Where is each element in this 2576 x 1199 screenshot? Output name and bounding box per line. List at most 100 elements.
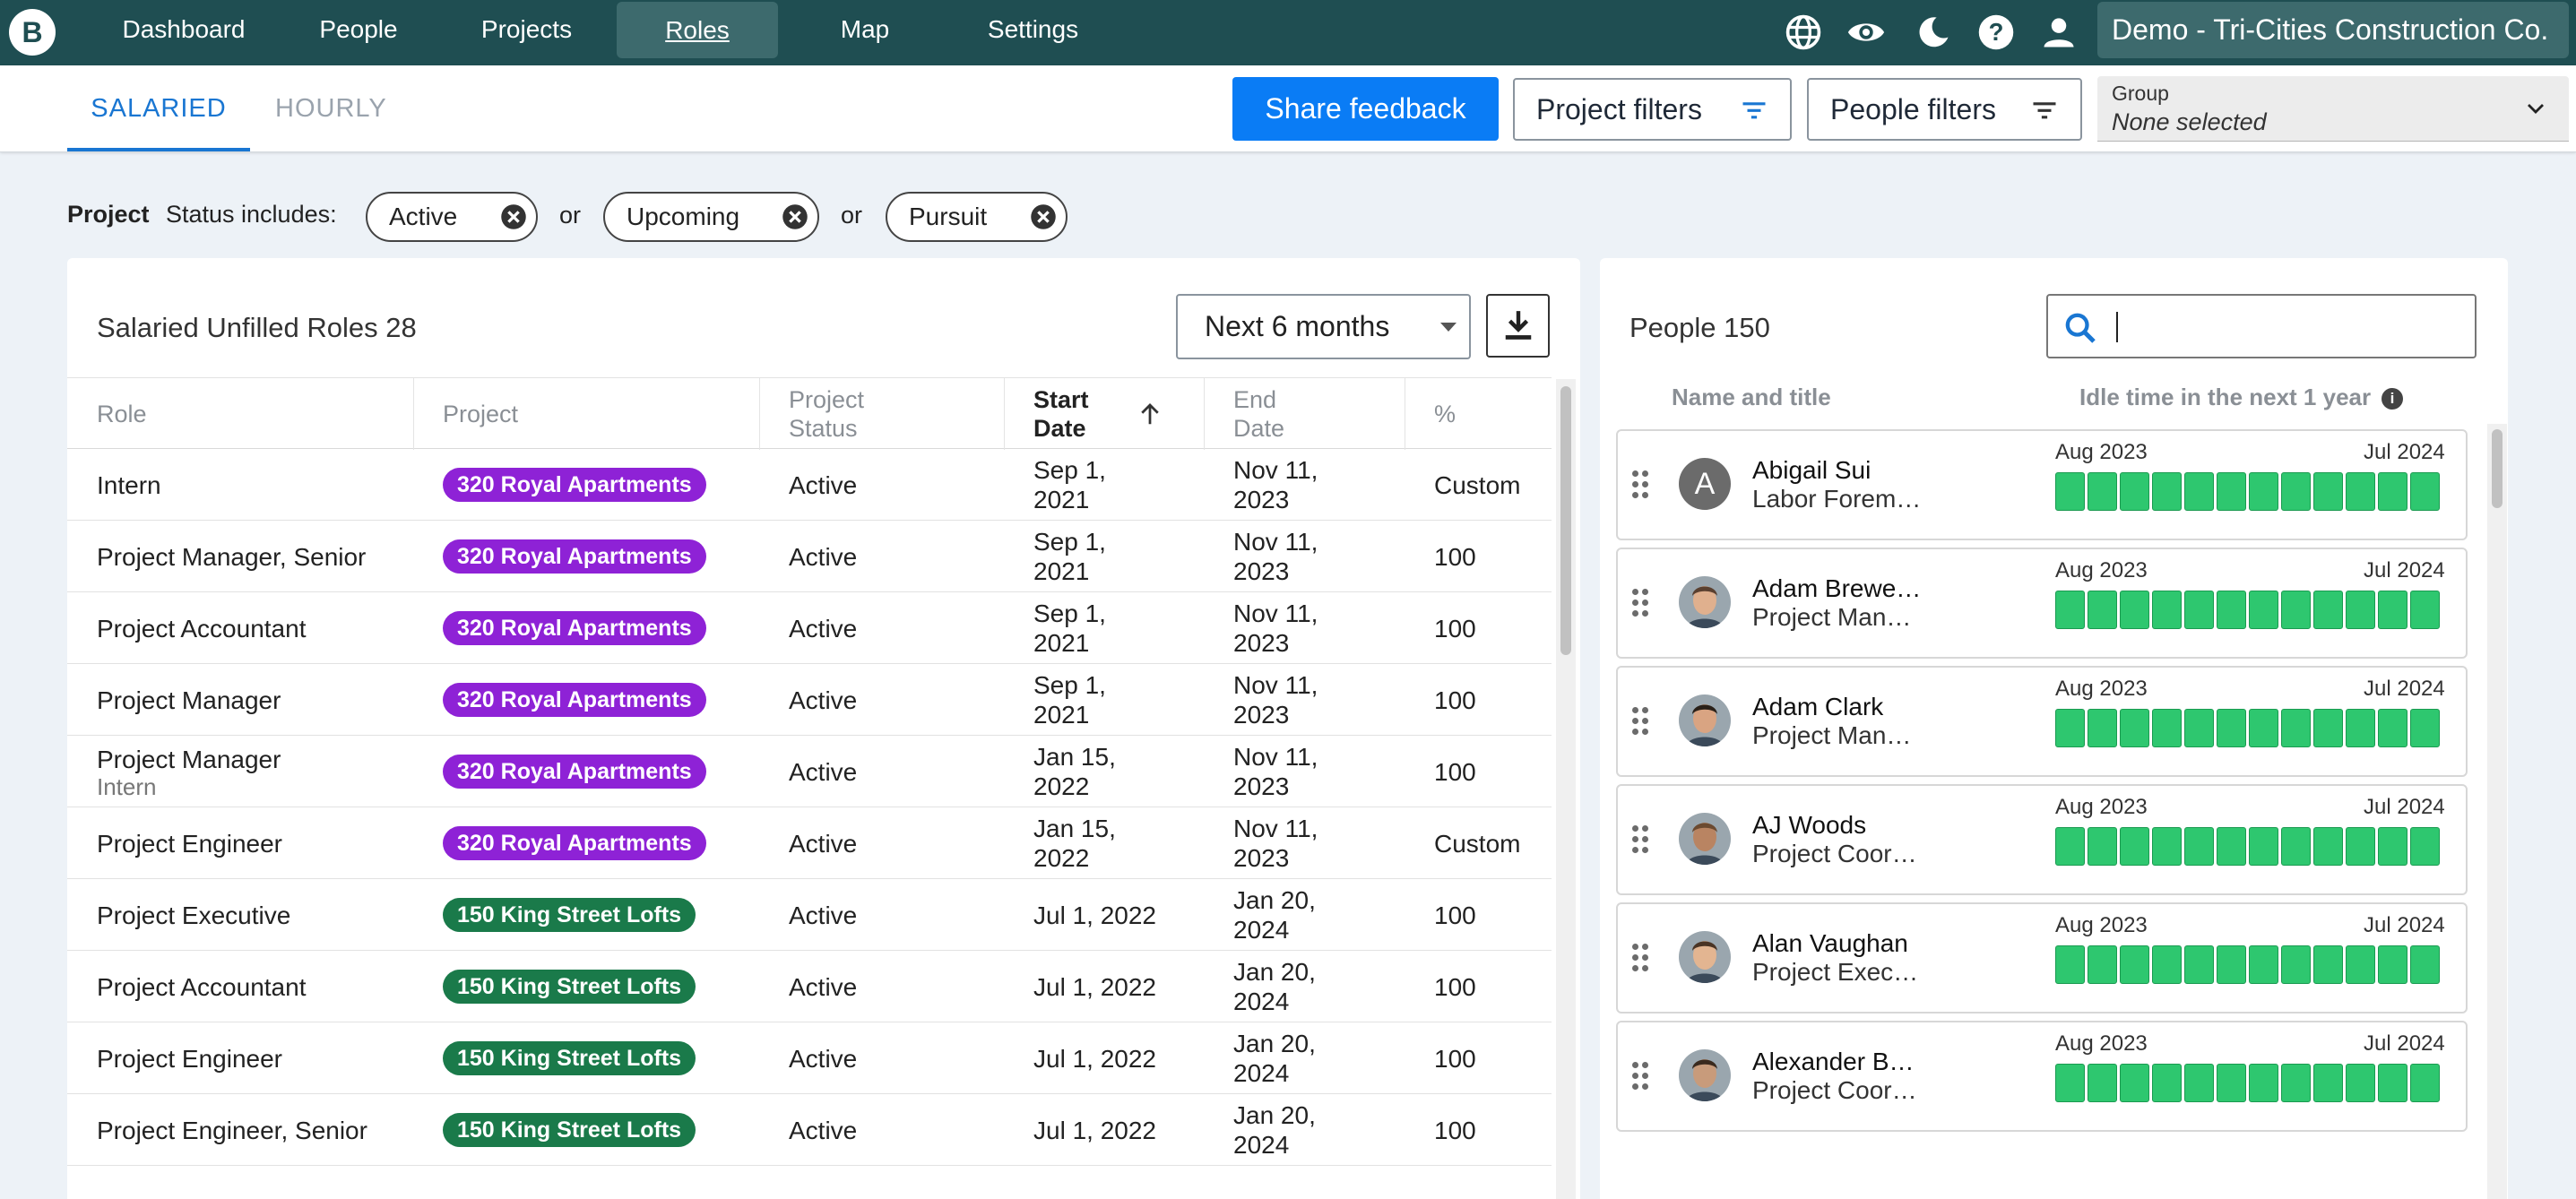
table-row[interactable]: Project Engineer 150 King Street Lofts Act… — [67, 1022, 1552, 1094]
group-select[interactable]: Group None selected — [2097, 76, 2569, 142]
drag-handle-icon[interactable] — [1632, 825, 1650, 854]
project-filters-label: Project filters — [1536, 93, 1702, 125]
time-range-select[interactable]: Next 6 months — [1176, 294, 1471, 359]
person-card[interactable]: Alexander B… Project Coor… Aug 2023 Jul 202… — [1616, 1021, 2468, 1132]
person-card[interactable]: A Abigail Sui Labor Forem… Aug 2023 Jul 2024 — [1616, 429, 2468, 540]
idle-month-bar — [2152, 827, 2182, 866]
project-badge[interactable]: 150 King Street Lofts — [443, 898, 696, 932]
column-header-start-date[interactable]: Start Date — [1004, 378, 1129, 450]
remove-chip-icon[interactable] — [1030, 203, 1057, 230]
person-photo-icon — [1679, 931, 1731, 983]
idle-time-bars — [2055, 591, 2442, 629]
project-cell: 150 King Street Lofts — [443, 1094, 756, 1166]
percent-cell: 100 — [1434, 1044, 1476, 1073]
table-row[interactable]: Project Manager, Senior 320 Royal Apartme… — [67, 521, 1552, 592]
idle-month-bar — [2152, 709, 2182, 747]
idle-month-bar — [2088, 472, 2117, 511]
filter-chip-upcoming[interactable]: Upcoming — [603, 192, 819, 242]
column-header-project[interactable]: Project — [413, 378, 759, 450]
table-row[interactable]: Project Manager Intern 320 Royal Apartment… — [67, 736, 1552, 807]
person-card[interactable]: Adam Clark Project Man… Aug 2023 Jul 2024 — [1616, 666, 2468, 777]
info-icon[interactable]: i — [2382, 388, 2403, 410]
person-card[interactable]: AJ Woods Project Coor… Aug 2023 Jul 2024 — [1616, 784, 2468, 895]
eye-icon[interactable] — [1846, 13, 1886, 52]
percent-cell: 100 — [1434, 686, 1476, 714]
download-button[interactable] — [1486, 294, 1550, 358]
person-name: Abigail Sui — [1752, 456, 1871, 484]
nav-settings[interactable]: Settings — [959, 0, 1107, 59]
tenant-switcher[interactable]: Demo - Tri-Cities Construction Co. — [2097, 2, 2569, 58]
table-row[interactable]: Project Executive 150 King Street Lofts Ac… — [67, 879, 1552, 951]
status-cell: Active — [789, 1116, 858, 1144]
share-feedback-button[interactable]: Share feedback — [1232, 77, 1499, 141]
table-row[interactable]: Project Manager 320 Royal Apartments Activ… — [67, 664, 1552, 736]
idle-month-bar — [2055, 709, 2085, 747]
roles-table-body: Intern 320 Royal Apartments Active Sep 1, 2… — [67, 449, 1552, 1166]
remove-chip-icon[interactable] — [782, 203, 808, 230]
tab-hourly[interactable]: HOURLY — [275, 65, 387, 151]
nav-roles[interactable]: Roles — [617, 2, 778, 58]
column-header-idle-time: Idle time in the next 1 year — [2079, 384, 2372, 410]
project-badge[interactable]: 320 Royal Apartments — [443, 468, 706, 502]
drag-handle-icon[interactable] — [1632, 944, 1650, 972]
app-logo[interactable]: B — [9, 9, 56, 56]
people-filters-button[interactable]: People filters — [1807, 78, 2082, 141]
project-badge[interactable]: 320 Royal Apartments — [443, 539, 706, 574]
project-cell: 320 Royal Apartments — [443, 664, 756, 736]
project-badge[interactable]: 320 Royal Apartments — [443, 755, 706, 789]
column-header-end-date[interactable]: End Date — [1204, 378, 1311, 450]
project-filters-button[interactable]: Project filters — [1513, 78, 1792, 141]
end-date-cell: Jan 20, 2024 — [1233, 886, 1316, 944]
nav-people[interactable]: People — [296, 0, 421, 59]
drag-handle-icon[interactable] — [1632, 707, 1650, 736]
idle-month-bar — [2378, 709, 2407, 747]
project-badge[interactable]: 320 Royal Apartments — [443, 611, 706, 645]
person-photo-icon — [1679, 694, 1731, 746]
project-badge[interactable]: 320 Royal Apartments — [443, 826, 706, 860]
table-row[interactable]: Project Accountant 320 Royal Apartments Ac… — [67, 592, 1552, 664]
scrollbar-thumb[interactable] — [1560, 386, 1571, 655]
scrollbar-thumb[interactable] — [2492, 429, 2503, 508]
end-date-cell: Nov 11, 2023 — [1233, 743, 1318, 800]
project-badge[interactable]: 150 King Street Lofts — [443, 1041, 696, 1075]
idle-month-bar — [2249, 709, 2278, 747]
person-card[interactable]: Adam Brewe… Project Man… Aug 2023 Jul 2024 — [1616, 548, 2468, 659]
idle-month-bar — [2281, 827, 2311, 866]
user-icon[interactable] — [2039, 13, 2079, 52]
person-card[interactable]: Alan Vaughan Project Exec… Aug 2023 Jul 202… — [1616, 902, 2468, 1014]
table-row[interactable]: Project Engineer, Senior 150 King Street … — [67, 1094, 1552, 1166]
table-row[interactable]: Project Engineer 320 Royal Apartments Acti… — [67, 807, 1552, 879]
idle-month-bar — [2088, 827, 2117, 866]
people-search-input[interactable] — [2046, 294, 2477, 358]
idle-month-bar — [2410, 945, 2440, 984]
column-header-project-status[interactable]: Project Status — [759, 378, 892, 450]
tab-salaried[interactable]: SALARIED — [67, 65, 250, 151]
project-badge[interactable]: 150 King Street Lofts — [443, 1113, 696, 1147]
drag-handle-icon[interactable] — [1632, 1062, 1650, 1091]
idle-time-bars — [2055, 945, 2442, 984]
project-badge[interactable]: 320 Royal Apartments — [443, 683, 706, 717]
column-header-percent[interactable]: % — [1405, 378, 1512, 450]
nav-projects[interactable]: Projects — [457, 0, 596, 59]
percent-cell: 100 — [1434, 757, 1476, 786]
roles-scrollbar[interactable] — [1556, 379, 1576, 1199]
filter-chip-pursuit[interactable]: Pursuit — [886, 192, 1068, 242]
filter-chip-active[interactable]: Active — [366, 192, 538, 242]
idle-month-bar — [2088, 1064, 2117, 1102]
status-cell: Active — [789, 470, 858, 499]
drag-handle-icon[interactable] — [1632, 470, 1650, 499]
sort-ascending-icon[interactable] — [1137, 400, 1163, 428]
table-row[interactable]: Intern 320 Royal Apartments Active Sep 1, 2… — [67, 449, 1552, 521]
column-header-role[interactable]: Role — [67, 378, 413, 450]
role-name: Project Manager — [97, 686, 281, 714]
people-scrollbar[interactable] — [2487, 424, 2507, 1199]
table-row[interactable]: Project Accountant 150 King Street Lofts A… — [67, 951, 1552, 1022]
drag-handle-icon[interactable] — [1632, 589, 1650, 617]
help-icon[interactable]: ? — [1976, 13, 2016, 52]
remove-chip-icon[interactable] — [500, 203, 527, 230]
nav-map[interactable]: Map — [807, 0, 923, 59]
project-badge[interactable]: 150 King Street Lofts — [443, 970, 696, 1004]
moon-icon[interactable] — [1914, 13, 1953, 52]
nav-dashboard[interactable]: Dashboard — [99, 0, 269, 59]
globe-icon[interactable] — [1784, 13, 1823, 52]
